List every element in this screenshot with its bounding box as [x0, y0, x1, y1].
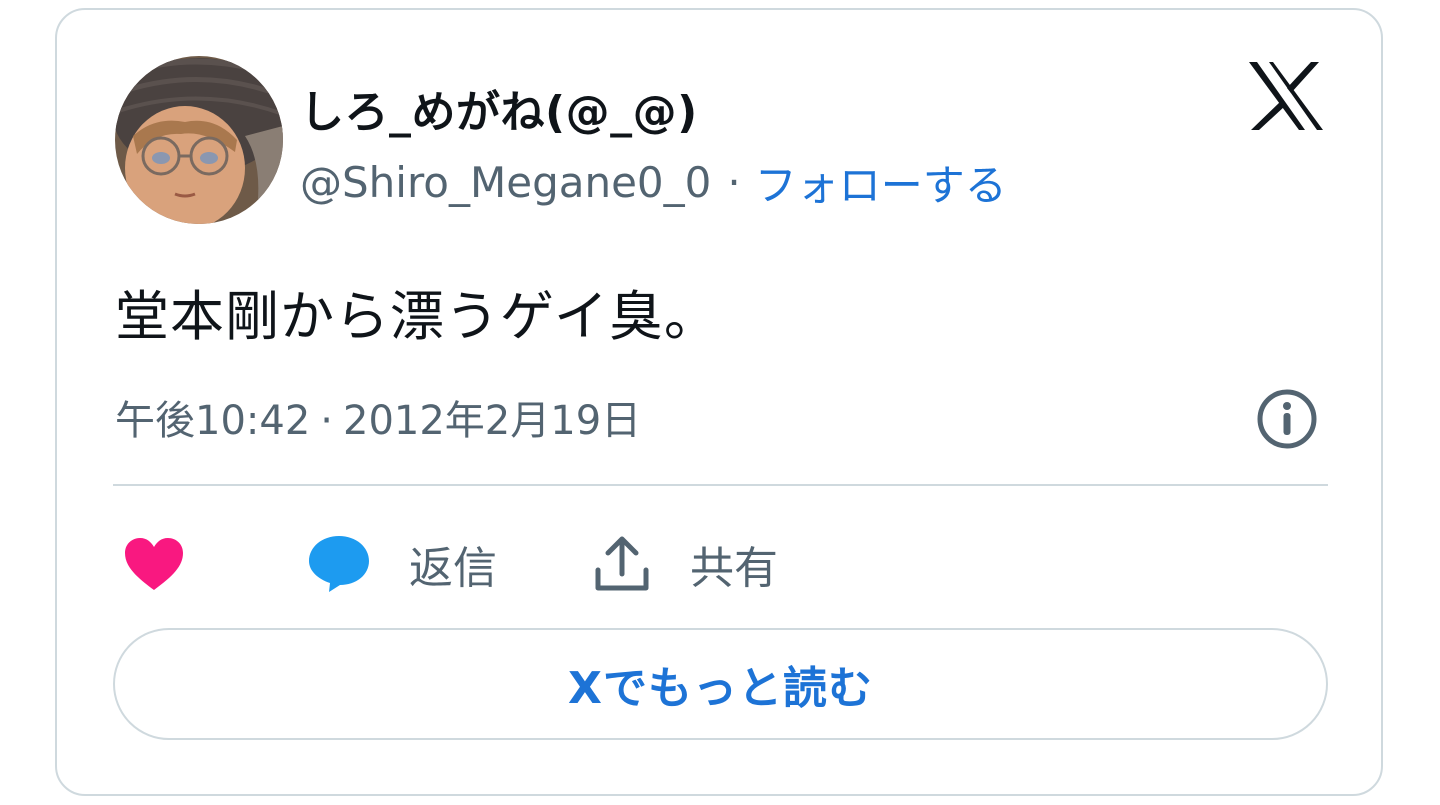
speech-bubble-icon — [309, 536, 369, 592]
share-label: 共有 — [690, 543, 778, 594]
separator-dot: · — [727, 158, 741, 207]
divider — [113, 484, 1328, 486]
info-icon[interactable] — [1256, 388, 1318, 450]
read-more-label: Xでもっと読む — [568, 663, 873, 714]
tweet-text: 堂本剛から漂うゲイ臭。 — [115, 285, 719, 348]
reply-button[interactable]: 返信 — [307, 528, 497, 600]
read-more-button[interactable]: Xでもっと読む — [113, 628, 1328, 740]
avatar[interactable] — [115, 56, 283, 224]
tweet-date: 2012年2月19日 — [343, 398, 642, 444]
share-button[interactable]: 共有 — [592, 528, 778, 600]
tweet-embed-card: しろ_めがね(@_@) @Shiro_Megane0_0 · フォローする 堂本… — [55, 8, 1383, 796]
heart-icon — [125, 538, 183, 590]
author-handle-row: @Shiro_Megane0_0 · フォローする — [300, 152, 1007, 213]
author-handle[interactable]: @Shiro_Megane0_0 — [300, 158, 711, 207]
author-display-name[interactable]: しろ_めがね(@_@) — [300, 76, 698, 140]
follow-button[interactable]: フォローする — [755, 152, 1007, 213]
reply-label: 返信 — [409, 543, 497, 594]
avatar-image — [115, 56, 283, 224]
x-logo-icon[interactable] — [1247, 60, 1325, 132]
share-upload-icon — [595, 536, 649, 591]
tweet-time: 午後10:42 — [115, 398, 311, 444]
tweet-timestamp[interactable]: 午後10:42 · 2012年2月19日 — [115, 388, 641, 446]
like-button[interactable] — [123, 528, 185, 600]
separator-dot: · — [320, 398, 333, 444]
